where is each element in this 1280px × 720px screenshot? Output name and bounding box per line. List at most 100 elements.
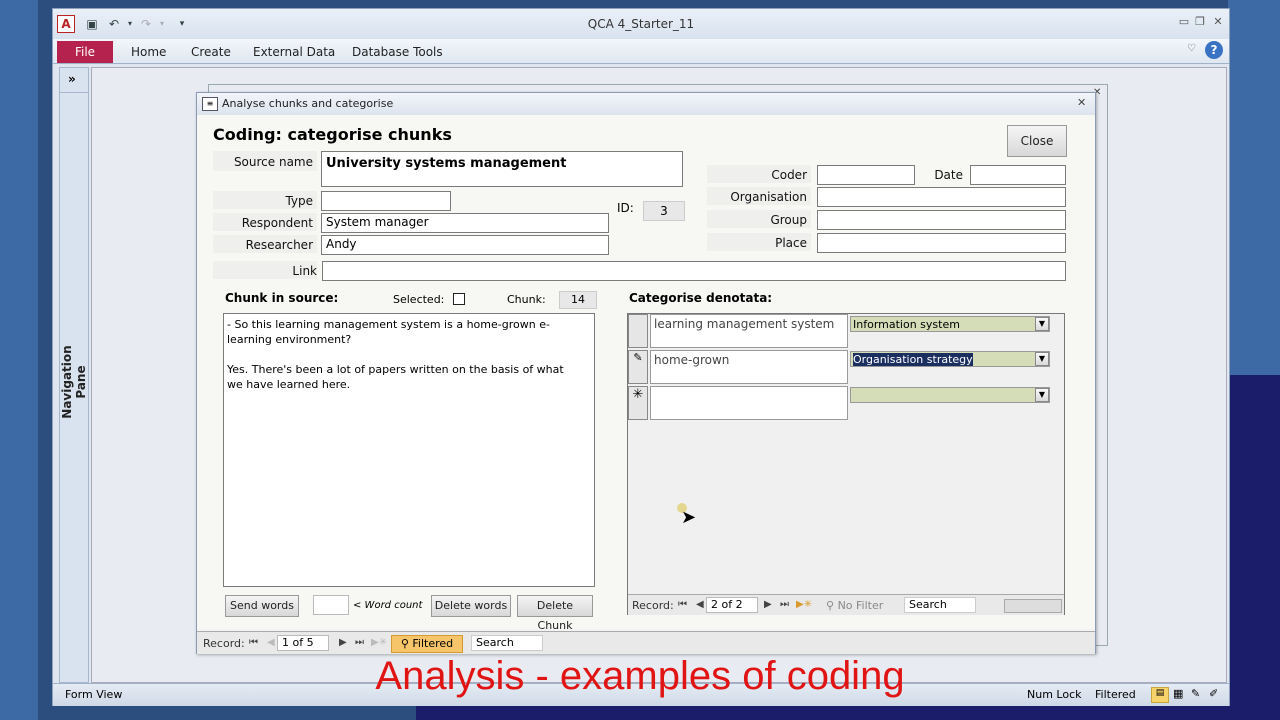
chevron-down-icon[interactable]: ▼ [1035,352,1049,366]
word-count-field[interactable] [313,595,349,615]
categorise-heading: Categorise denotata: [629,291,773,305]
selected-checkbox[interactable] [453,293,465,305]
categorise-subform: learning management system Information s… [627,313,1065,615]
link-field[interactable] [322,261,1066,281]
row-selector[interactable] [628,314,648,348]
tab-file[interactable]: File [57,41,113,63]
group-field[interactable] [817,210,1066,230]
subform-no-filter-text: No Filter [837,599,884,612]
id-label: ID: [617,201,634,215]
previous-record-icon[interactable]: ◀ [267,637,275,648]
selected-label: Selected: [393,293,445,306]
first-record-icon[interactable]: ⏮ [249,637,258,648]
main-filtered-text: Filtered [412,637,454,650]
subform-record-navigator: Record: ⏮ ◀ 2 of 2 ▶ ⏭ ▶✳ ⚲ No Filter Se… [628,594,1064,615]
subform-filter-status[interactable]: ⚲ No Filter [826,599,883,612]
main-current-record[interactable]: 1 of 5 [277,635,329,651]
denotata-text-cell[interactable]: home-grown [650,350,848,384]
respondent-label: Respondent [241,216,313,230]
nav-pane-toggle-icon[interactable]: » [68,72,76,86]
nav-pane-divider [60,92,88,93]
date-field[interactable] [970,165,1066,185]
chunk-text-line-4: we have learned here. [227,378,351,391]
pencil-icon: ✎ [633,351,643,364]
organisation-field[interactable] [817,187,1066,207]
last-record-icon[interactable]: ⏭ [355,637,364,648]
first-record-icon[interactable]: ⏮ [678,599,687,610]
category-combo-new[interactable] [850,387,1050,403]
id-value: 3 [643,201,685,221]
researcher-label: Researcher [245,238,313,252]
nav-pane-label: Navigation Pane [60,345,88,419]
category-combo[interactable]: Organisation strategy [850,351,1050,367]
video-caption: Analysis - examples of coding [375,654,905,698]
form-heading: Coding: categorise chunks [213,125,452,144]
chunk-text-line-3: Yes. There's been a lot of papers writte… [227,363,564,376]
next-record-icon[interactable]: ▶ [764,599,772,610]
send-words-button[interactable]: Send words [225,595,299,617]
delete-chunk-button[interactable]: Delete Chunk [517,595,593,632]
main-record-navigator: Record: ⏮ ◀ 1 of 5 ▶ ⏭ ▶✳ ⚲ Filtered Sea… [197,631,1095,654]
restore-icon[interactable]: ❐ [1191,15,1209,31]
tab-database-tools[interactable]: Database Tools [352,45,443,59]
close-window-icon[interactable]: ✕ [1209,15,1227,31]
subform-current-record[interactable]: 2 of 2 [706,597,758,613]
chunk-number-value: 14 [559,291,597,309]
coder-field[interactable] [817,165,915,185]
chunk-heading: Chunk in source: [225,291,339,305]
desktop-background [0,0,38,720]
researcher-field[interactable]: Andy [321,235,609,255]
next-record-icon[interactable]: ▶ [339,637,347,648]
place-field[interactable] [817,233,1066,253]
chunk-number-label: Chunk: [507,293,546,306]
subform-record-label: Record: [632,599,674,612]
type-field[interactable] [321,191,451,211]
chevron-down-icon[interactable]: ▼ [1035,388,1049,402]
filtered-toggle[interactable]: ⚲ Filtered [391,635,463,653]
type-label: Type [285,194,313,208]
title-bar: A ▣ ↶ ▾ ↷ ▾ ▾ QCA 4_Starter_11 ▭ ❐ ✕ [53,9,1229,39]
ribbon-tabs: File Home Create External Data Database … [53,39,1229,64]
coder-label: Coder [771,168,807,182]
close-button[interactable]: Close [1007,125,1067,157]
chevron-down-icon[interactable]: ▼ [1035,317,1049,331]
source-name-field[interactable]: University systems management [321,151,683,187]
filter-icon: ⚲ [400,637,409,650]
window-title: QCA 4_Starter_11 [587,17,695,31]
tab-create[interactable]: Create [191,45,231,59]
tab-external-data[interactable]: External Data [253,45,335,59]
delete-words-button[interactable]: Delete words [431,595,511,617]
main-search-field[interactable]: Search [471,635,543,651]
respondent-field[interactable]: System manager [321,213,609,233]
subform-search-field[interactable]: Search [904,597,976,613]
previous-record-icon[interactable]: ◀ [696,599,704,610]
new-record-row-selector[interactable]: ✳ [628,386,648,420]
place-label: Place [775,236,807,250]
chunk-text-line-2: learning environment? [227,333,352,346]
form-title-bar: ≡ Analyse chunks and categorise ✕ [197,93,1095,116]
navigation-pane[interactable]: » Navigation Pane [59,67,89,683]
date-label: Date [934,168,963,182]
subform-horizontal-scrollbar[interactable] [1004,599,1062,613]
last-record-icon[interactable]: ⏭ [780,599,789,610]
tab-home[interactable]: Home [131,45,166,59]
form-icon: ≡ [202,97,218,111]
row-selector-editing[interactable]: ✎ [628,350,648,384]
denotata-text-cell[interactable]: learning management system [650,314,848,348]
new-record-asterisk-icon: ✳ [632,387,644,402]
source-name-label: Source name [233,155,313,169]
link-label: Link [292,264,317,278]
form-window-title: Analyse chunks and categorise [222,97,394,110]
denotata-text-cell-new[interactable] [650,386,848,420]
form-close-icon[interactable]: ✕ [1077,96,1086,109]
chunk-text-blank [227,347,591,362]
new-record-icon[interactable]: ▶✳ [796,599,812,610]
help-icon[interactable]: ? [1205,41,1223,59]
chunk-text-area[interactable]: - So this learning management system is … [223,313,595,587]
ribbon-minimize-icon[interactable]: ♡ [1187,43,1196,54]
filter-icon: ⚲ [826,599,835,612]
new-record-icon[interactable]: ▶✳ [371,637,387,648]
chunk-text-line-1: - So this learning management system is … [227,318,550,331]
category-combo[interactable]: Information system [850,316,1050,332]
main-record-label: Record: [203,637,245,650]
